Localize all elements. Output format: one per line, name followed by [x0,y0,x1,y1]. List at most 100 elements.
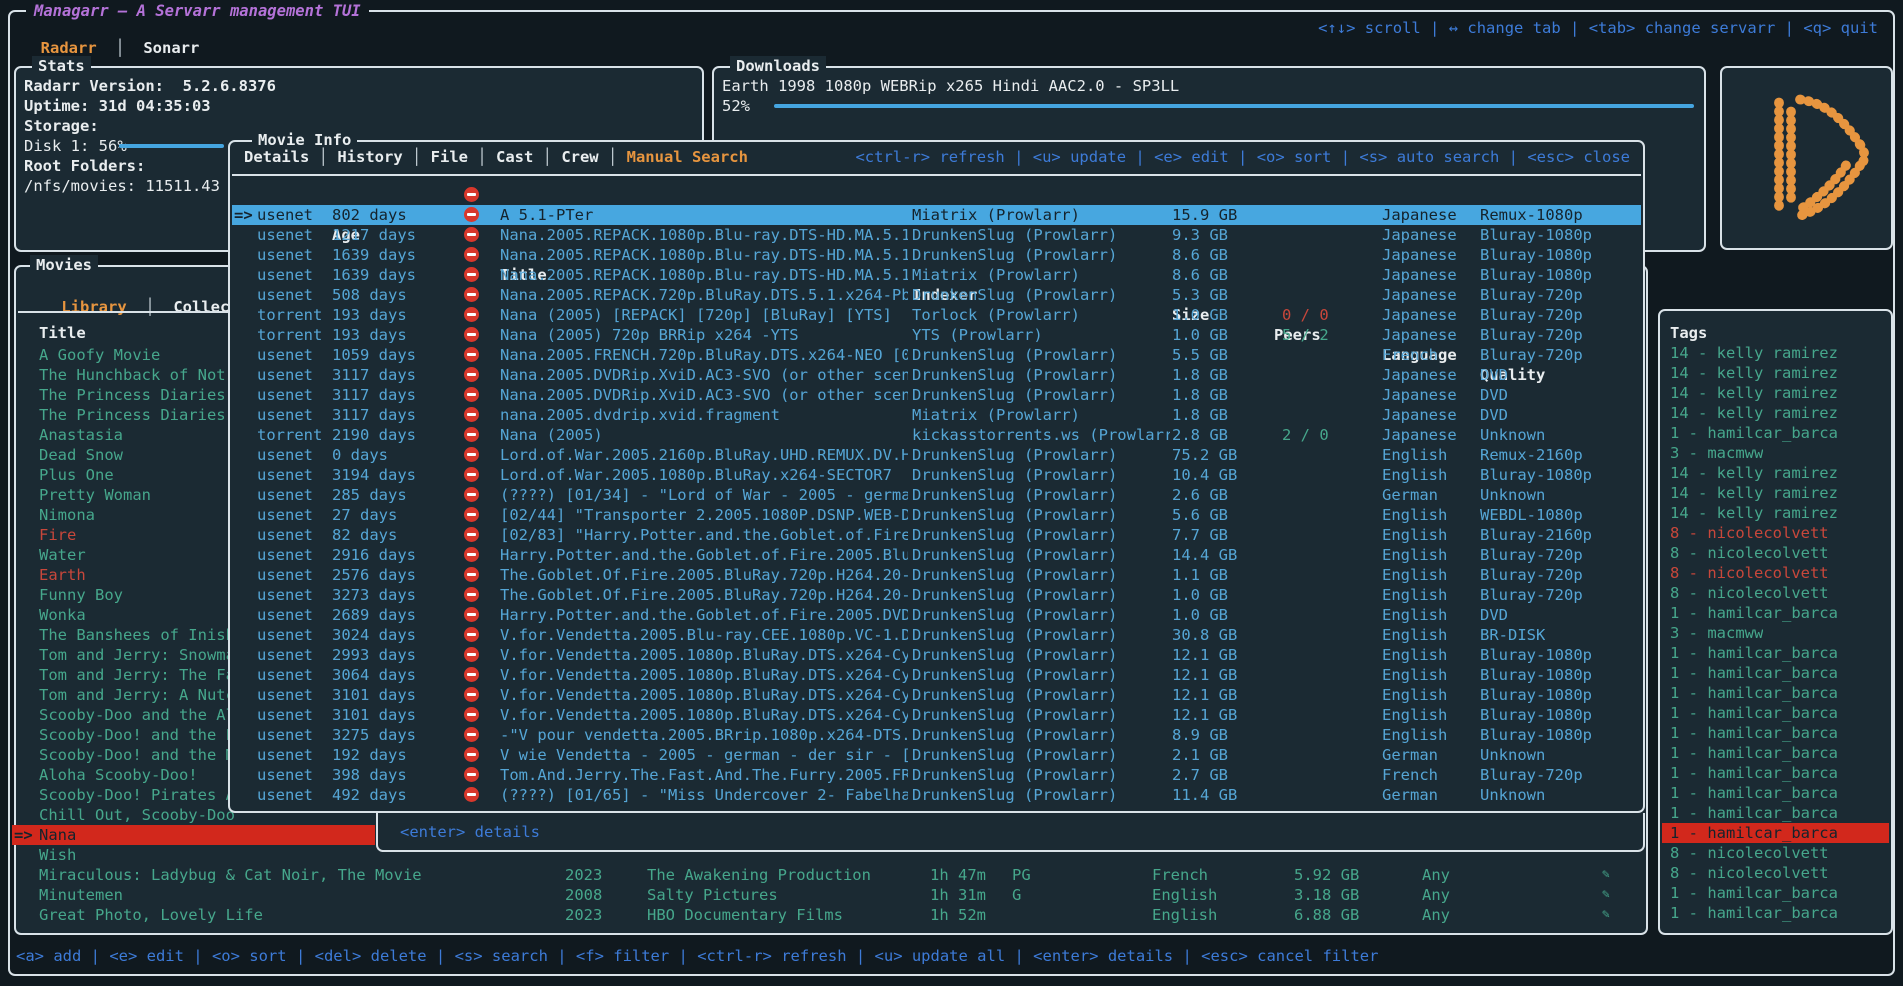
search-result-row[interactable]: torrent193 daysNana (2005) [REPACK] [720… [230,305,1643,325]
tag-list-item[interactable]: 8 - nicolecolvett [1660,543,1891,563]
movie-list-item[interactable]: Miraculous: Ladybug & Cat Noir, The Movi… [16,865,1646,885]
tag-list-item[interactable]: 1 - hamilcar_barca [1660,823,1891,843]
tag-list-item[interactable]: 8 - nicolecolvett [1660,863,1891,883]
cell-quality: Unknown [1480,785,1545,805]
search-result-row[interactable]: usenet3024 daysV.for.Vendetta.2005.Blu-r… [230,625,1643,645]
modal-tab-details[interactable]: Details [244,148,309,166]
tag-label: 1 - hamilcar_barca [1670,643,1838,663]
tag-list-item[interactable]: 14 - kelly ramirez [1660,503,1891,523]
movie-list-item[interactable]: Great Photo, Lovely Life2023HBO Document… [16,905,1646,925]
cell-source: usenet [257,585,313,605]
tag-list-item[interactable]: 14 - kelly ramirez [1660,383,1891,403]
search-result-row[interactable]: usenet3273 daysThe.Goblet.Of.Fire.2005.B… [230,585,1643,605]
tag-list-item[interactable]: 8 - nicolecolvett [1660,523,1891,543]
cell-size: 12.1 GB [1172,685,1237,705]
movie-info-modal: Movie Info Details │ History │ File │ Ca… [228,140,1645,813]
cell-source: usenet [257,605,313,625]
search-result-row[interactable]: usenet1639 daysNana.2005.REPACK.1080p.Bl… [230,245,1643,265]
tag-list-item[interactable]: 1 - hamilcar_barca [1660,703,1891,723]
search-result-row[interactable]: usenet3117 daysNana.2005.DVDRip.XviD.AC3… [230,365,1643,385]
search-result-row[interactable]: torrent193 daysNana (2005) 720p BRRip x2… [230,325,1643,345]
stats-root-folder: /nfs/movies: 11511.43 GB [24,176,248,196]
tag-list-item[interactable]: 14 - kelly ramirez [1660,343,1891,363]
search-result-row[interactable]: usenet285 days(????) [01/34] - "Lord of … [230,485,1643,505]
search-result-row[interactable]: usenet3117 daysnana.2005.dvdrip.xvid.fra… [230,405,1643,425]
tag-list-item[interactable]: 14 - kelly ramirez [1660,483,1891,503]
tag-list-item[interactable]: 8 - nicolecolvett [1660,563,1891,583]
tab-sonarr[interactable]: Sonarr [143,39,199,57]
cell-language: Japanese [1382,305,1457,325]
cell-indexer: DrunkenSlug (Prowlarr) [912,645,1170,665]
cell-age: 3273 days [332,585,416,605]
cell-indexer: DrunkenSlug (Prowlarr) [912,765,1170,785]
cell-quality: Bluray-1080p [1480,665,1592,685]
tag-list-item[interactable]: 3 - macmww [1660,623,1891,643]
search-result-row[interactable]: usenet2689 daysHarry.Potter.and.the.Gobl… [230,605,1643,625]
tag-list-item[interactable]: 8 - nicolecolvett [1660,583,1891,603]
movies-tab-library[interactable]: Library [61,298,126,316]
search-result-row[interactable]: usenet3101 daysV.for.Vendetta.2005.1080p… [230,685,1643,705]
search-result-row[interactable]: usenet2993 daysV.for.Vendetta.2005.1080p… [230,645,1643,665]
cell-indexer: DrunkenSlug (Prowlarr) [912,385,1170,405]
tab-radarr[interactable]: Radarr [41,39,97,57]
cell-age: 0 days [332,445,388,465]
cell-language: Japanese [1382,245,1457,265]
tag-list-item[interactable]: 1 - hamilcar_barca [1660,723,1891,743]
cell-language: Japanese [1382,365,1457,385]
search-result-row[interactable]: usenet3101 daysV.for.Vendetta.2005.1080p… [230,705,1643,725]
search-result-row[interactable]: usenet3064 daysV.for.Vendetta.2005.1080p… [230,665,1643,685]
search-result-row[interactable]: usenet2576 daysThe.Goblet.Of.Fire.2005.B… [230,565,1643,585]
search-result-row[interactable]: usenet3275 days-"V pour vendetta.2005.BR… [230,725,1643,745]
tag-list-item[interactable]: 1 - hamilcar_barca [1660,643,1891,663]
modal-tab-history[interactable]: History [337,148,402,166]
tag-list-item[interactable]: 1 - hamilcar_barca [1660,683,1891,703]
search-result-row[interactable]: usenet192 daysV wie Vendetta - 2005 - ge… [230,745,1643,765]
tag-list-item[interactable]: 3 - macmww [1660,443,1891,463]
cell-source: usenet [257,265,313,285]
modal-tab-file[interactable]: File [431,148,468,166]
modal-tab-manual-search[interactable]: Manual Search [627,148,748,166]
tag-label: 14 - kelly ramirez [1670,483,1838,503]
modal-tab-cast[interactable]: Cast [496,148,533,166]
tag-list-item[interactable]: 14 - kelly ramirez [1660,463,1891,483]
cell-age: 3275 days [332,725,416,745]
movie-title: Miraculous: Ladybug & Cat Noir, The Movi… [39,865,422,885]
tag-list-item[interactable]: 1 - hamilcar_barca [1660,423,1891,443]
tag-list-item[interactable]: 1 - hamilcar_barca [1660,603,1891,623]
tag-list-item[interactable]: 1 - hamilcar_barca [1660,743,1891,763]
column-header-rejected-icon[interactable] [464,187,479,202]
search-result-row[interactable]: usenet82 days[02/83] "Harry.Potter.and.t… [230,525,1643,545]
cell-source: usenet [257,565,313,585]
search-result-row[interactable]: usenet0 daysLord.of.War.2005.2160p.BluRa… [230,445,1643,465]
search-result-row[interactable]: usenet3117 daysNana.2005.DVDRip.XviD.AC3… [230,385,1643,405]
search-result-row[interactable]: usenet27 days[02/44] "Transporter 2.2005… [230,505,1643,525]
cell-source: usenet [257,285,313,305]
search-result-row[interactable]: usenet1217 daysNana.2005.REPACK.1080p.Bl… [230,225,1643,245]
tag-list-item[interactable]: 1 - hamilcar_barca [1660,663,1891,683]
search-result-row[interactable]: usenet1639 daysNana.2005.REPACK.1080p.Bl… [230,265,1643,285]
tag-list-item[interactable]: 14 - kelly ramirez [1660,363,1891,383]
search-result-row[interactable]: torrent2190 daysNana (2005)kickasstorren… [230,425,1643,445]
tag-list-item[interactable]: 1 - hamilcar_barca [1660,903,1891,923]
cell-release-title: The.Goblet.Of.Fire.2005.BluRay.720p.H264… [500,565,908,585]
tag-list-item[interactable]: 1 - hamilcar_barca [1660,783,1891,803]
search-result-row[interactable]: usenet398 daysTom.And.Jerry.The.Fast.And… [230,765,1643,785]
cell-age: 3117 days [332,405,416,425]
movie-list-item[interactable]: Minutemen2008Salty Pictures1h 31mGEnglis… [16,885,1646,905]
cell-release-title: Lord.of.War.2005.2160p.BluRay.UHD.REMUX.… [500,445,908,465]
search-result-row[interactable]: usenet492 days(????) [01/65] - "Miss Und… [230,785,1643,805]
tag-list-item[interactable]: 8 - nicolecolvett [1660,843,1891,863]
movie-title: Scooby-Doo! and the L [39,725,235,745]
cell-peers: 5 / 2 [1282,325,1329,345]
tag-list-item[interactable]: 14 - kelly ramirez [1660,403,1891,423]
search-result-row[interactable]: usenet508 daysNana.2005.REPACK.720p.BluR… [230,285,1643,305]
modal-tab-crew[interactable]: Crew [561,148,598,166]
search-result-row[interactable]: usenet2916 daysHarry.Potter.and.the.Gobl… [230,545,1643,565]
tag-list-item[interactable]: 1 - hamilcar_barca [1660,763,1891,783]
search-result-row[interactable]: usenet3194 daysLord.of.War.2005.1080p.Bl… [230,465,1643,485]
search-result-row[interactable]: =>usenet802 daysA 5.1-PTerMiatrix (Prowl… [230,205,1643,225]
movies-column-header[interactable]: Title [39,323,86,343]
search-result-row[interactable]: usenet1059 daysNana.2005.FRENCH.720p.Blu… [230,345,1643,365]
tag-list-item[interactable]: 1 - hamilcar_barca [1660,883,1891,903]
tag-list-item[interactable]: 1 - hamilcar_barca [1660,803,1891,823]
